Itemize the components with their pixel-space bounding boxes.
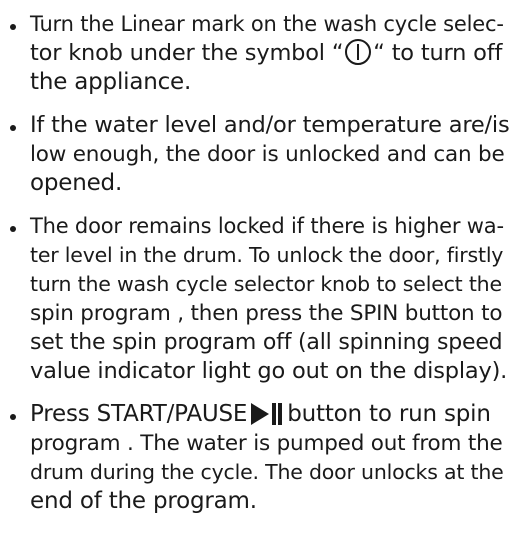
text-line: Turn the Linear mark on the wash cycle s…	[30, 10, 504, 39]
line-text: If the water level and/or temperature ar…	[30, 112, 510, 138]
bullet-dot	[10, 414, 16, 420]
line-text: low enough, the door is unlocked and can…	[30, 142, 505, 167]
text-line: The door remains locked if there is high…	[30, 212, 504, 241]
line-text: The door remains locked if there is high…	[30, 214, 504, 238]
text-line: If the water level and/or temperature ar…	[30, 111, 510, 140]
instruction-page: Turn the Linear mark on the wash cycle s…	[0, 0, 518, 542]
bullet-dot	[10, 24, 16, 30]
line-text: program . The water is pumped out from t…	[30, 431, 503, 456]
text-line: program . The water is pumped out from t…	[30, 429, 503, 458]
line-text: drum during the cycle. The door unlocks …	[30, 460, 504, 484]
line-text: spin program , then press the SPIN butto…	[30, 301, 503, 326]
line-text: “ to turn off	[373, 40, 503, 66]
text-line: opened.	[30, 169, 122, 198]
power-icon	[345, 39, 372, 65]
line-text: the appliance.	[30, 69, 192, 95]
line-text: tor knob under the symbol “	[30, 40, 344, 66]
text-line: end of the program.	[30, 487, 257, 516]
line-text: Turn the Linear mark on the wash cycle s…	[30, 12, 504, 36]
text-line: set the spin program off (all spinning s…	[30, 328, 503, 357]
line-text: value indicator light go out on the disp…	[30, 358, 508, 384]
bullet-dot	[10, 125, 16, 131]
text-line: tor knob under the symbol “ “ to turn off	[30, 39, 502, 68]
play-pause-icon	[251, 403, 283, 425]
text-line: value indicator light go out on the disp…	[30, 357, 507, 386]
text-line: drum during the cycle. The door unlocks …	[30, 458, 504, 487]
text-line: the appliance.	[30, 68, 191, 97]
line-text: Press START/PAUSE	[30, 401, 248, 427]
line-text: turn the wash cycle selector knob to sel…	[30, 272, 502, 296]
bullet-dot	[10, 226, 16, 232]
line-text: ter level in the drum. To unlock the doo…	[30, 243, 504, 267]
text-line: ter level in the drum. To unlock the doo…	[30, 241, 503, 270]
text-line: spin program , then press the SPIN butto…	[30, 299, 503, 328]
line-text: set the spin program off (all spinning s…	[30, 330, 503, 355]
text-line: turn the wash cycle selector knob to sel…	[30, 270, 502, 299]
line-text: opened.	[30, 170, 123, 196]
text-line: low enough, the door is unlocked and can…	[30, 140, 505, 169]
line-text: button to run spin	[287, 401, 491, 427]
line-text: end of the program.	[30, 488, 257, 514]
text-line: Press START/PAUSE button to run spin	[30, 400, 491, 429]
